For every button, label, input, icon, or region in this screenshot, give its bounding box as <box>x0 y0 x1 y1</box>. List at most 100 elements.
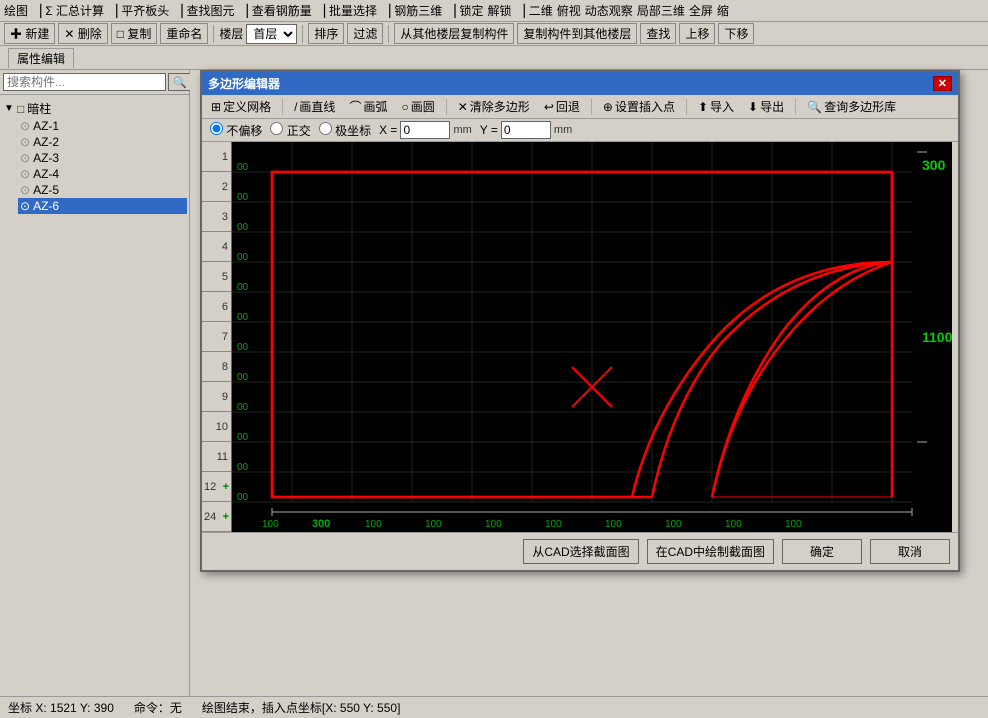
radio-no-offset[interactable]: 不偏移 <box>210 122 262 139</box>
expand-icon[interactable]: ▼ <box>4 103 14 114</box>
radio-orthogonal-input[interactable] <box>270 122 283 135</box>
row-12[interactable]: 12 + <box>202 472 231 502</box>
menu-sum[interactable]: Σ 汇总计算 <box>45 2 104 19</box>
dialog-overlay: 多边形编辑器 ✕ ⊞ 定义网格 / 画直线 ⌒ 画弧 ○ <box>190 70 988 696</box>
copy-from-button[interactable]: 从其他楼层复制构件 <box>394 23 514 44</box>
row-11[interactable]: 11 <box>202 442 231 472</box>
menu-find[interactable]: 查找图元 <box>187 2 235 19</box>
radio-polar-input[interactable] <box>319 122 332 135</box>
floor-select[interactable]: 首层 <box>246 24 297 44</box>
row-2[interactable]: 2 <box>202 172 231 202</box>
clear-label: 清除多边形 <box>470 98 530 115</box>
query-library-button[interactable]: 🔍 查询多边形库 <box>802 97 901 116</box>
dialog-close-button[interactable]: ✕ <box>933 76 952 91</box>
row-1[interactable]: 1 <box>202 142 231 172</box>
tree-item-az-5[interactable]: ⊙ AZ-5 <box>18 182 187 198</box>
tree-item-az-6[interactable]: ⊙ AZ-6 <box>18 198 187 214</box>
copy-to-button[interactable]: 复制构件到其他楼层 <box>517 23 637 44</box>
row-8[interactable]: 8 <box>202 352 231 382</box>
clear-polygon-button[interactable]: ✕ 清除多边形 <box>453 97 535 116</box>
menu-sep2: ▕ <box>108 4 117 18</box>
search-bar: 🔍 <box>0 70 189 95</box>
menu-2d[interactable]: 二维 <box>529 2 553 19</box>
menu-align[interactable]: 平齐板头 <box>121 2 169 19</box>
menu-drawing[interactable]: 绘图 <box>4 2 28 19</box>
second-toolbar: ✚ 新建 ✕ 删除 □ 复制 重命名 楼层 首层 排序 过滤 从其他楼层复制构件… <box>0 22 988 46</box>
export-button[interactable]: ⬇ 导出 <box>743 97 789 116</box>
dialog-bottom: 从CAD选择截面图 在CAD中绘制截面图 确定 取消 <box>202 532 958 570</box>
draw-line-button[interactable]: / 画直线 <box>289 97 340 116</box>
canvas-area[interactable]: 00 00 00 00 00 00 00 00 00 00 00 00 300 <box>232 142 952 532</box>
rename-button[interactable]: 重命名 <box>160 23 208 44</box>
row-24-add[interactable]: + <box>223 511 229 523</box>
menu-rebar[interactable]: 查看钢筋量 <box>252 2 312 19</box>
copy-button[interactable]: □ 复制 <box>111 23 158 44</box>
down-button[interactable]: 下移 <box>718 23 754 44</box>
menu-top[interactable]: 俯视 <box>557 2 581 19</box>
svg-text:100: 100 <box>425 519 442 530</box>
menu-sep7: ▕ <box>446 4 455 18</box>
radio-no-offset-input[interactable] <box>210 122 223 135</box>
row-3[interactable]: 3 <box>202 202 231 232</box>
new-button[interactable]: ✚ 新建 <box>4 23 55 44</box>
row-24[interactable]: 24 + <box>202 502 231 532</box>
svg-text:300: 300 <box>312 518 330 530</box>
menu-3d[interactable]: 钢筋三维 <box>394 2 442 19</box>
menu-batch[interactable]: 批量选择 <box>329 2 377 19</box>
cancel-button[interactable]: 取消 <box>870 539 950 564</box>
search-button[interactable]: 🔍 <box>168 73 192 91</box>
menu-unlock[interactable]: 解锁 <box>488 2 512 19</box>
radio-polar[interactable]: 极坐标 <box>319 122 371 139</box>
item-icon: ⊙ <box>20 151 30 165</box>
draw-line-label: 画直线 <box>299 98 335 115</box>
x-input[interactable] <box>400 121 450 139</box>
svg-text:100: 100 <box>262 519 279 530</box>
properties-tab-item[interactable]: 属性编辑 <box>8 48 74 68</box>
set-insert-point-button[interactable]: ⊕ 设置插入点 <box>598 97 680 116</box>
menu-local3d[interactable]: 局部三维 <box>637 2 685 19</box>
svg-text:00: 00 <box>237 372 249 383</box>
draw-cad-button[interactable]: 在CAD中绘制截面图 <box>647 539 774 564</box>
svg-text:00: 00 <box>237 222 249 233</box>
radio-orthogonal[interactable]: 正交 <box>270 122 310 139</box>
menu-zoom[interactable]: 缩 <box>717 2 729 19</box>
tree-item-az-1[interactable]: ⊙ AZ-1 <box>18 118 187 134</box>
item-label: AZ-3 <box>33 151 59 165</box>
delete-button[interactable]: ✕ 删除 <box>58 23 107 44</box>
dtb-sep3 <box>591 99 592 115</box>
svg-text:00: 00 <box>237 492 249 503</box>
tree-root-node[interactable]: ▼ □ 暗柱 <box>2 99 187 118</box>
y-input[interactable] <box>501 121 551 139</box>
menu-lock[interactable]: 锁定 <box>460 2 484 19</box>
svg-text:1100: 1100 <box>562 529 593 532</box>
canvas-container: 1 2 3 4 5 6 7 8 9 10 11 12 + 24 <box>202 142 958 532</box>
confirm-button[interactable]: 确定 <box>782 539 862 564</box>
row-5[interactable]: 5 <box>202 262 231 292</box>
sort-button[interactable]: 排序 <box>308 23 344 44</box>
search-input[interactable] <box>3 73 166 91</box>
row-6[interactable]: 6 <box>202 292 231 322</box>
import-button[interactable]: ⬆ 导入 <box>693 97 739 116</box>
undo-button[interactable]: ↩ 回退 <box>539 97 585 116</box>
row-4[interactable]: 4 <box>202 232 231 262</box>
find-button[interactable]: 查找 <box>640 23 676 44</box>
row-9[interactable]: 9 <box>202 382 231 412</box>
floor-label: 楼层 <box>219 25 243 42</box>
up-button[interactable]: 上移 <box>679 23 715 44</box>
row-7[interactable]: 7 <box>202 322 231 352</box>
row-12-add[interactable]: + <box>223 481 229 493</box>
define-grid-button[interactable]: ⊞ 定义网格 <box>206 97 276 116</box>
filter-button[interactable]: 过滤 <box>347 23 383 44</box>
tree-item-az-2[interactable]: ⊙ AZ-2 <box>18 134 187 150</box>
tree-item-az-4[interactable]: ⊙ AZ-4 <box>18 166 187 182</box>
row-10[interactable]: 10 <box>202 412 231 442</box>
draw-circle-button[interactable]: ○ 画圆 <box>396 97 439 116</box>
menu-orbit[interactable]: 动态观察 <box>585 2 633 19</box>
item-icon: ⊙ <box>20 135 30 149</box>
menu-sep5: ▕ <box>316 4 325 18</box>
svg-text:100: 100 <box>605 519 622 530</box>
menu-fullscreen[interactable]: 全屏 <box>689 2 713 19</box>
from-cad-button[interactable]: 从CAD选择截面图 <box>523 539 638 564</box>
tree-item-az-3[interactable]: ⊙ AZ-3 <box>18 150 187 166</box>
draw-arc-button[interactable]: ⌒ 画弧 <box>344 97 392 116</box>
